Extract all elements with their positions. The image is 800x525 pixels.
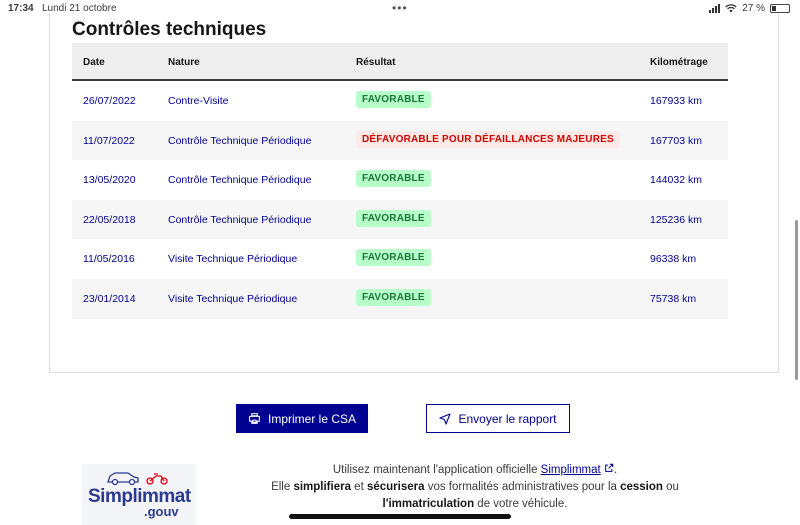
row-date: 22/05/2018 [83, 213, 136, 226]
defavorable-badge: DÉFAVORABLE POUR DÉFAILLANCES MAJEURES [356, 130, 620, 148]
row-mileage: 96338 km [650, 253, 697, 266]
row-result: FAVORABLE [356, 170, 431, 188]
row-nature: Contre-Visite [168, 95, 229, 107]
status-time: 17:34 [8, 3, 34, 14]
vehicles-icon [107, 472, 168, 486]
row-mileage: 75738 km [650, 292, 697, 305]
row-nature: Visite Technique Périodique [168, 292, 298, 305]
wifi-icon [725, 4, 737, 13]
controles-table: Date Nature Résultat Kilométrage 26/07/2… [72, 43, 728, 319]
table-row: 11/07/2022 Contrôle Technique Périodique 1… [72, 120, 728, 161]
promo-text: et [350, 481, 367, 493]
table-row: 23/01/2014 Visite Technique Périodique 757… [72, 278, 728, 319]
table-header: Date Nature Résultat Kilométrage [72, 43, 728, 81]
promo-line-1: Utilisez maintenant l'application offici… [210, 462, 740, 479]
cellular-signal-icon [709, 4, 721, 13]
promo-line-1-end: . [613, 464, 618, 476]
row-mileage: 144032 km [650, 174, 702, 187]
scrollbar[interactable] [795, 220, 798, 380]
table-body: 26/07/2022 Contre-Visite 167933 km FAVORABL… [72, 81, 728, 319]
header-result: Résultat [356, 57, 396, 68]
battery-label: 27 % [742, 3, 765, 14]
promo-text: ou [662, 481, 679, 493]
home-indicator[interactable] [289, 514, 511, 519]
favorable-badge: FAVORABLE [356, 249, 431, 267]
promo-text: de votre véhicule. [474, 498, 568, 510]
row-result: DÉFAVORABLE POUR DÉFAILLANCES MAJEURES [356, 130, 620, 148]
simplimmat-logo[interactable]: Simplimmat .gouv [82, 464, 196, 525]
multitasking-dots-icon[interactable]: ••• [392, 1, 408, 15]
send-arrow-icon [439, 412, 452, 425]
print-csa-button[interactable]: Imprimer le CSA [236, 404, 368, 433]
row-nature: Contrôle Technique Périodique [168, 174, 312, 187]
header-mileage: Kilométrage [650, 57, 708, 68]
status-date: Lundi 21 octobre [42, 3, 117, 14]
send-report-button[interactable]: Envoyer le rapport [426, 404, 570, 433]
promo-bold: simplifiera [293, 481, 351, 493]
promo-bold: l'immatriculation [382, 498, 475, 510]
promo-text: Elle [271, 481, 294, 493]
promo-bold: cession [620, 481, 663, 493]
external-link-icon[interactable] [604, 463, 614, 473]
logo-gouv-suffix: .gouv [144, 504, 179, 519]
send-report-label: Envoyer le rapport [458, 411, 557, 426]
table-row: 22/05/2018 Contrôle Technique Périodique 1… [72, 199, 728, 240]
header-date: Date [83, 57, 105, 68]
favorable-badge: FAVORABLE [356, 170, 431, 188]
row-nature: Visite Technique Périodique [168, 253, 298, 266]
row-mileage: 167933 km [650, 95, 702, 107]
promo-line-2: Elle simplifiera et sécurisera vos forma… [210, 479, 740, 496]
row-nature: Contrôle Technique Périodique [168, 134, 312, 147]
header-nature: Nature [168, 57, 200, 68]
row-date: 11/07/2022 [83, 134, 135, 147]
row-nature: Contrôle Technique Périodique [168, 213, 312, 226]
battery-icon [770, 4, 790, 13]
simplimmat-link[interactable]: Simplimmat [541, 464, 601, 476]
promo-text: vos formalités administratives pour la [424, 481, 621, 493]
promo-bold: sécurisera [366, 481, 425, 493]
promo-line-1-text: Utilisez maintenant l'application offici… [332, 464, 541, 476]
status-right: 27 % [709, 3, 790, 14]
row-mileage: 125236 km [650, 213, 702, 226]
favorable-badge: FAVORABLE [356, 91, 431, 108]
section-title: Contrôles techniques [72, 19, 267, 40]
simplimmat-promo-text: Utilisez maintenant l'application offici… [210, 462, 740, 513]
row-result: FAVORABLE [356, 209, 431, 227]
table-row: 11/05/2016 Visite Technique Périodique 963… [72, 239, 728, 279]
row-result: FAVORABLE [356, 288, 431, 306]
favorable-badge: FAVORABLE [356, 288, 431, 306]
printer-icon [249, 413, 260, 424]
table-row: 13/05/2020 Contrôle Technique Périodique 1… [72, 160, 728, 200]
row-mileage: 167703 km [650, 134, 702, 147]
row-date: 23/01/2014 [83, 292, 136, 305]
row-date: 11/05/2016 [83, 253, 135, 266]
table-row: 26/07/2022 Contre-Visite 167933 km FAVORABL… [72, 81, 728, 121]
favorable-badge: FAVORABLE [356, 209, 431, 227]
row-result: FAVORABLE [356, 249, 431, 267]
row-date: 26/07/2022 [83, 95, 136, 107]
print-csa-label: Imprimer le CSA [267, 411, 356, 426]
row-date: 13/05/2020 [83, 174, 136, 187]
row-result: FAVORABLE [356, 91, 431, 108]
promo-line-3: l'immatriculation de votre véhicule. [210, 496, 740, 513]
